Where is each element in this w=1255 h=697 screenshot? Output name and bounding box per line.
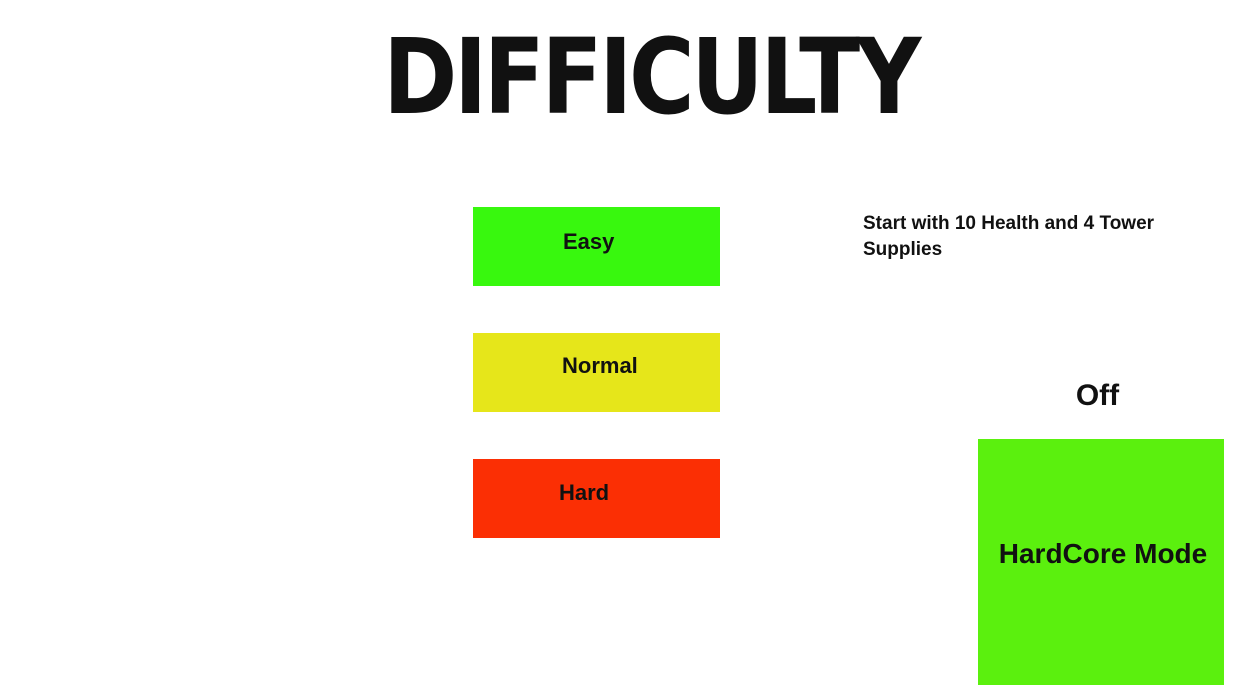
hard-button[interactable]: Hard xyxy=(473,459,720,538)
easy-button-label: Easy xyxy=(563,229,615,254)
page-title: DIFFICULTY xyxy=(383,16,921,138)
easy-button[interactable]: Easy xyxy=(473,207,720,286)
hardcore-mode-button[interactable]: HardCore Mode xyxy=(978,439,1224,685)
normal-button[interactable]: Normal xyxy=(473,333,720,412)
hardcore-status: Off xyxy=(1075,379,1120,412)
hardcore-mode-label: HardCore Mode xyxy=(998,538,1208,569)
hard-button-label: Hard xyxy=(559,480,610,505)
normal-button-label: Normal xyxy=(562,353,638,378)
difficulty-description: Start with 10 Health and 4 Tower Supplie… xyxy=(863,213,1155,260)
difficulty-screen: DIFFICULTY Easy Normal Hard Start with 1… xyxy=(0,0,1255,697)
